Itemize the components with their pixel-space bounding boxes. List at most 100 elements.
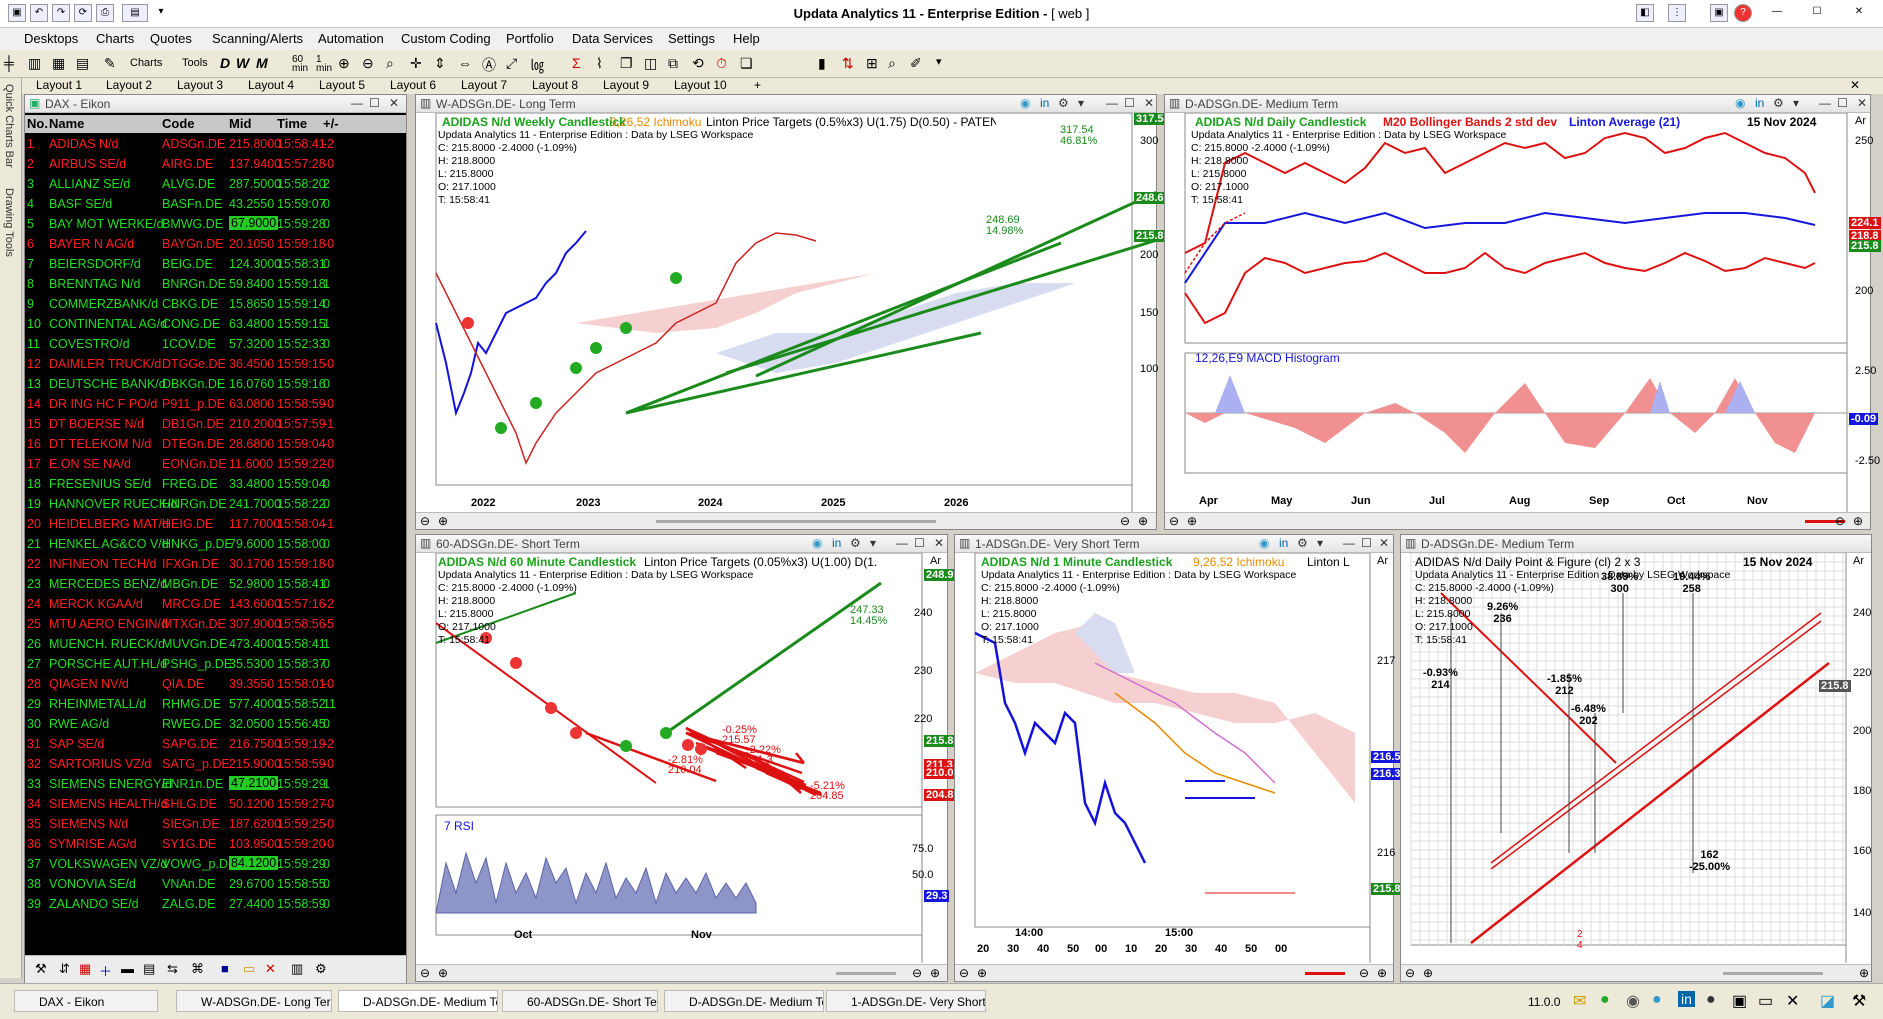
zoom-in-icon[interactable]: ⊕ [1138,514,1148,528]
close-icon[interactable]: ✕ [1857,96,1867,110]
search-icon[interactable]: ⌕ [888,55,896,73]
share-icon[interactable]: ◉ [1020,96,1030,110]
table-row[interactable]: 33 SIEMENS ENERGY/d ENR1n.DE 47.2100 15:59:2… [25,774,406,794]
table-row[interactable]: 4 BASF SE/d BASFn.DE 43.2550 15:59:07 0 [25,194,406,214]
bars-icon[interactable]: ▥ [28,55,50,73]
zoom-in-icon[interactable]: ⊕ [977,966,987,980]
zoom-out-icon[interactable]: ⊖ [1120,514,1130,528]
zoom-in-icon[interactable]: ⊕ [1423,966,1433,980]
export-icon[interactable]: ▤ [143,961,155,977]
table-row[interactable]: 18 FRESENIUS SE/d FREG.DE 33.4800 15:59:04 0 [25,474,406,494]
menu-custom-coding[interactable]: Custom Coding [401,31,491,46]
draw-icon[interactable]: ✐ [910,55,922,73]
menu-scanning-alerts[interactable]: Scanning/Alerts [212,31,303,46]
close-icon[interactable]: ✕ [389,96,399,110]
minimize-icon[interactable]: — [896,536,908,550]
zoom-out-icon[interactable]: ⊖ [1835,514,1845,528]
zoom-in-icon[interactable]: ⊕ [930,966,940,980]
zoom-in-icon[interactable]: ⊕ [1853,514,1863,528]
table-row[interactable]: 3 ALLIANZ SE/d ALVG.DE 287.5000 15:58:20 2 [25,174,406,194]
zoom-out-icon[interactable]: ⊖ [420,966,430,980]
settings-icon[interactable]: ⚙ [850,536,861,550]
open-icon[interactable]: ▭ [243,961,255,977]
zoom-in-icon[interactable]: ⊕ [1187,514,1197,528]
compare-icon[interactable]: ⧉ [668,55,678,73]
zoom-out-icon[interactable]: ⊖ [1169,514,1179,528]
import-icon[interactable]: ⇆ [167,961,178,977]
theme-icon[interactable]: ◧ [1636,4,1654,22]
scroll-thumb[interactable] [1723,972,1823,975]
table-row[interactable]: 10 CONTINENTAL AG/d CONG.DE 63.4800 15:59:15… [25,314,406,334]
save-icon[interactable]: ■ [221,961,229,976]
monitor-icon[interactable]: ▭ [1758,991,1773,1011]
menu-data-services[interactable]: Data Services [572,31,653,46]
table-row[interactable]: 31 SAP SE/d SAPG.DE 216.7500 15:59:19 -2 [25,734,406,754]
sort-icon[interactable]: ⇵ [59,961,70,977]
table-row[interactable]: 2 AIRBUS SE/d AIRG.DE 137.9400 15:57:28 -0 [25,154,406,174]
zoom-in-icon[interactable]: ⊕ [338,55,350,73]
table-row[interactable]: 12 DAIMLER TRUCK/d DTGGe.DE 36.4500 15:59:15… [25,354,406,374]
linkedin-icon[interactable]: in [1678,991,1695,1007]
table-row[interactable]: 20 HEIDELBERG MAT/d HEIG.DE 117.7000 15:58:0… [25,514,406,534]
layout-tab-2[interactable]: Layout 2 [106,78,152,92]
maximize-icon[interactable]: ☐ [1361,536,1372,550]
table-row[interactable]: 30 RWE AG/d RWEG.DE 32.0500 15:56:45 0 [25,714,406,734]
table-row[interactable]: 23 MERCEDES BENZ/d MBGn.DE 52.9800 15:58:41 0 [25,574,406,594]
ruler-icon[interactable]: ◪ [1820,991,1835,1011]
mail-icon[interactable]: ✉ [1573,991,1586,1011]
info-icon[interactable]: ● [1706,991,1716,1009]
studies-icon[interactable]: Σ [572,55,581,73]
menu-help[interactable]: Help [733,31,760,46]
menu-automation[interactable]: Automation [318,31,384,46]
table-row[interactable]: 9 COMMERZBANK/d CBKG.DE 15.8650 15:59:14 0 [25,294,406,314]
chart-scrollbar[interactable]: ⊖ ⊕ ⊕ [1401,964,1871,981]
task-dax-eikon[interactable]: DAX - Eikon [14,990,158,1012]
zoom-in-icon[interactable]: ⊕ [1859,966,1869,980]
task-long-term[interactable]: W-ADSGn.DE- Long Term [176,990,332,1012]
linkedin-icon[interactable]: in [1040,96,1049,110]
book-icon[interactable]: ❏ [740,55,753,73]
range-icon[interactable]: ⇔ [458,55,472,73]
col-change[interactable]: +/- [323,116,339,131]
maximize-icon[interactable]: ☐ [914,536,925,550]
table-row[interactable]: 1 ADIDAS N/d ADSGn.DE 215.8000 15:58:41 -2 [25,134,406,154]
lines-icon[interactable]: ╪ [4,55,26,73]
table-row[interactable]: 34 SIEMENS HEALTH/d SHLG.DE 50.1200 15:59:27… [25,794,406,814]
close-layout-icon[interactable]: ✕ [1850,78,1860,92]
maximize-icon[interactable]: ☐ [1837,96,1848,110]
task-medium-term[interactable]: D-ADSGn.DE- Medium Term [338,990,498,1012]
remove-icon[interactable]: ▬ [121,961,134,976]
scale-icon[interactable]: ⇕ [434,55,446,73]
close-all-icon[interactable]: ✕ [1786,991,1799,1011]
chart-scrollbar[interactable]: ⊖ ⊕ ⊖ ⊕ [1165,512,1870,529]
status-icon[interactable]: ● [1600,991,1610,1009]
settings-icon[interactable]: ⚙ [1058,96,1069,110]
settings-icon[interactable]: ⚙ [1773,96,1784,110]
window-menu-icon[interactable]: ▣ [1710,4,1728,22]
close-icon[interactable]: ✕ [1850,4,1868,22]
layout-tab-3[interactable]: Layout 3 [177,78,223,92]
col-mid[interactable]: Mid [229,116,251,131]
zoom-in-icon[interactable]: ⊕ [438,514,448,528]
edit-icon[interactable]: ✎ [104,55,126,73]
twitter-icon[interactable]: ● [1652,991,1662,1009]
fit-icon[interactable]: ⤢ [506,55,517,73]
share-icon[interactable]: ◉ [1735,96,1745,110]
minimize-icon[interactable]: — [1106,96,1118,110]
zoom-in-icon[interactable]: ⊕ [438,966,448,980]
minimize-icon[interactable]: — [1768,4,1786,22]
table-row[interactable]: 35 SIEMENS N/d SIEGn.DE 187.6200 15:59:25 -0 [25,814,406,834]
layout-tab-1[interactable]: Layout 1 [36,78,82,92]
table-row[interactable]: 17 E.ON SE NA/d EONGn.DE 11.6000 15:59:22 -0 [25,454,406,474]
zoom-out-icon[interactable]: ⊖ [912,966,922,980]
link-icon[interactable]: ⌘ [191,961,204,977]
tools-icon[interactable]: ⚒ [35,961,47,977]
menu-icon[interactable]: ▾ [1793,96,1799,110]
linkedin-icon[interactable]: in [1755,96,1764,110]
menu-portfolio[interactable]: Portfolio [506,31,554,46]
delete-icon[interactable]: ✕ [265,961,276,977]
sync-icon[interactable]: ⟲ [692,55,704,73]
table-row[interactable]: 19 HANNOVER RUECK/d HNRGn.DE 241.7000 15:58:… [25,494,406,514]
scroll-thumb[interactable] [836,972,896,975]
updown-icon[interactable]: ⇅ [842,55,854,73]
